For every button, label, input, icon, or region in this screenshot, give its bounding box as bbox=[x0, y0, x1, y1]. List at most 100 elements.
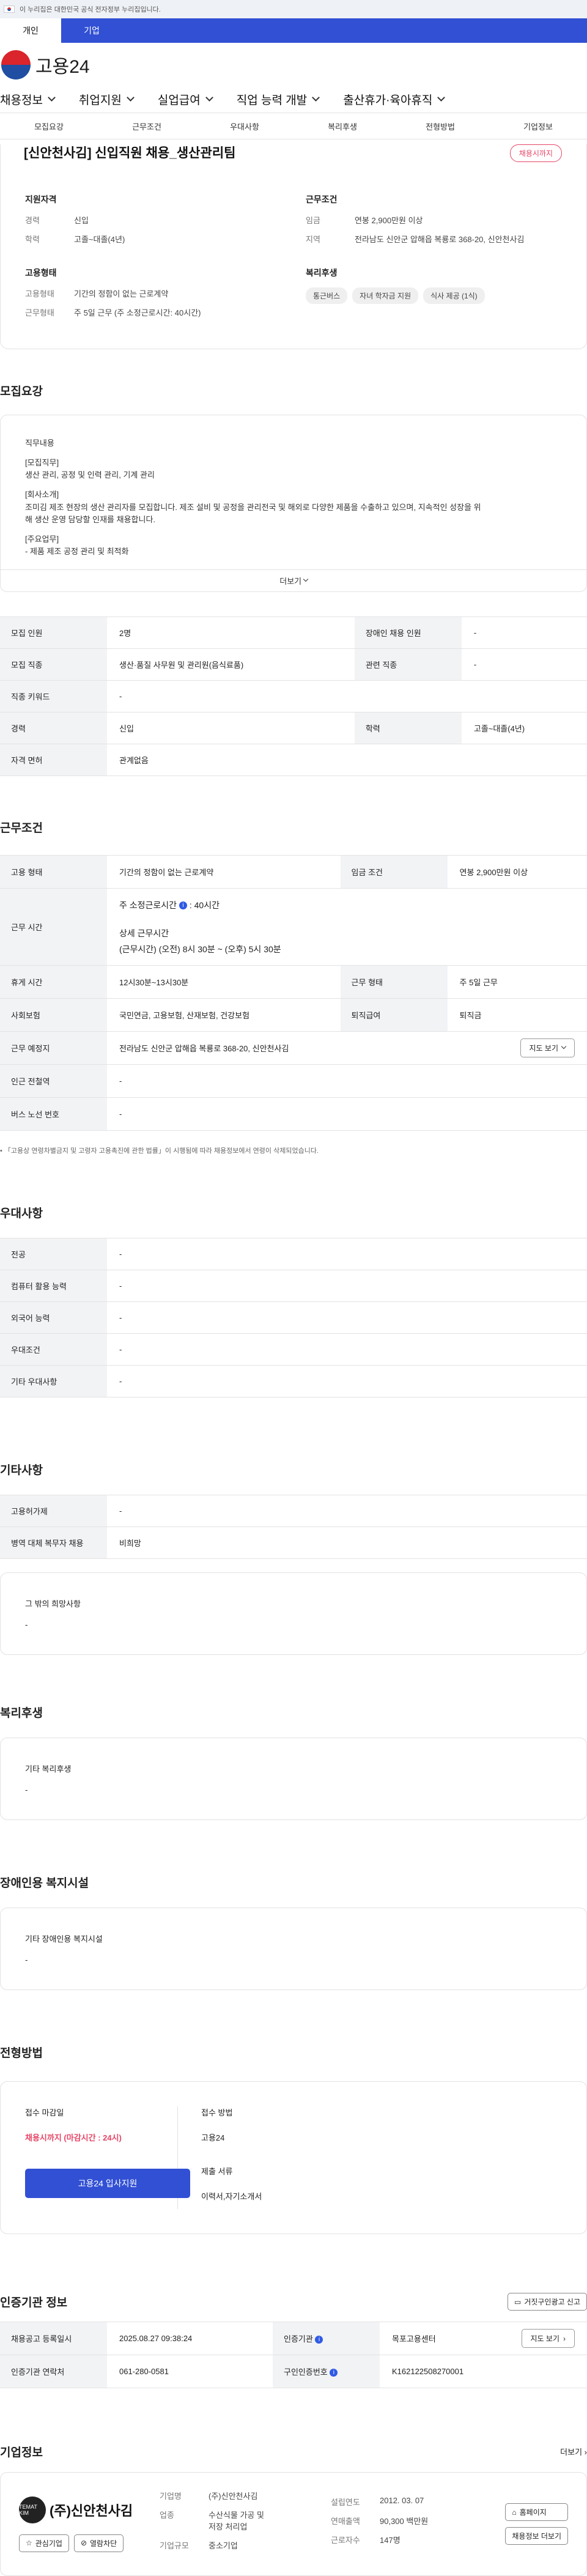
chevron-down-icon bbox=[48, 94, 56, 102]
cell-label: 기타 우대사항 bbox=[0, 1365, 107, 1397]
chevron-down-icon bbox=[312, 94, 320, 102]
info-icon[interactable]: i bbox=[330, 2369, 338, 2377]
employment-block: 고용형태 고용형태 기간의 정함이 없는 근로계약 근무형태 주 5일 근무 (주 … bbox=[25, 267, 281, 325]
nav-training[interactable]: 직업 능력 개발 bbox=[237, 91, 320, 108]
method-heading: 접수 방법 bbox=[201, 2108, 233, 2117]
block-heading: 근무조건 bbox=[306, 194, 338, 204]
docs-value: 이력서,자기소개서 bbox=[201, 2192, 262, 2201]
tab-conditions[interactable]: 근무조건 bbox=[98, 120, 196, 132]
tab-recruit[interactable]: 모집요강 bbox=[0, 120, 98, 132]
nav-label: 취업지원 bbox=[78, 94, 122, 107]
map-label: 지도 보기 bbox=[529, 1044, 559, 1053]
favorite-company-button[interactable]: ☆ 관심기업 bbox=[19, 2534, 69, 2552]
name-label: 기업명 bbox=[160, 2492, 182, 2501]
cell-label: 직종 키워드 bbox=[0, 680, 107, 712]
homepage-button[interactable]: ⌂ 홈페이지 bbox=[505, 2503, 568, 2521]
welfare-chip: 자녀 학자금 지원 bbox=[352, 287, 419, 304]
cell-label: 장애인 채용 인원 bbox=[354, 616, 462, 649]
tab-welfare[interactable]: 복리후생 bbox=[294, 120, 391, 132]
cell-label: 인근 전철역 bbox=[0, 1064, 107, 1098]
main-nav: 채용정보 취업지원 실업급여 직업 능력 개발 출산휴가·육아휴직 bbox=[0, 87, 587, 111]
apply-button[interactable]: 고용24 입사지원 bbox=[25, 2169, 190, 2198]
tab-company[interactable]: 기업 bbox=[61, 18, 122, 43]
cell-label: 고용허가제 bbox=[0, 1495, 107, 1527]
cell-value: - bbox=[107, 1365, 587, 1397]
edu-value: 고졸~대졸(4년) bbox=[74, 235, 125, 244]
block-view-button[interactable]: ⊘ 열람차단 bbox=[73, 2534, 124, 2552]
more-label: 더보기 bbox=[560, 2448, 583, 2457]
rev-label: 연매출액 bbox=[331, 2516, 360, 2526]
home-icon: ⌂ bbox=[512, 2508, 517, 2517]
section-heading-process: 전형방법 bbox=[0, 2047, 43, 2060]
cell-label: 근무 예정지 bbox=[0, 1031, 107, 1065]
chevron-down-icon bbox=[437, 94, 446, 102]
box-heading: 그 밖의 희망사항 bbox=[25, 1599, 81, 1608]
tab-preferences[interactable]: 우대사항 bbox=[196, 120, 294, 132]
more-button[interactable]: 더보기 bbox=[1, 569, 586, 591]
docs-heading: 제출 서류 bbox=[201, 2167, 233, 2176]
more-label: 더보기 bbox=[279, 577, 302, 586]
info-icon[interactable]: i bbox=[179, 901, 187, 910]
cell-value: 2명 bbox=[107, 616, 355, 649]
cell-value: - bbox=[107, 1097, 587, 1131]
time-hours-label: 주 소정근로시간 bbox=[119, 900, 177, 910]
logo-icon[interactable] bbox=[1, 50, 31, 80]
company-more-link[interactable]: 더보기 › bbox=[560, 2446, 587, 2457]
map-toggle-button[interactable]: 지도 보기 bbox=[520, 1038, 575, 1057]
pref-table: 전공 - 컴퓨터 활용 능력 - 외국어 능력 - 우대조건 - 기타 우대사항 - bbox=[0, 1238, 587, 1397]
block-label: 열람차단 bbox=[90, 2539, 117, 2548]
company-logo-col: TEMAT KIM (주)신안천사김 ☆ 관심기업 ⊘ 열람차단 bbox=[19, 2496, 160, 2552]
box-value: - bbox=[25, 1785, 28, 1794]
cell-label: 채용공고 등록일시 bbox=[0, 2322, 107, 2355]
agency-map-button[interactable]: 지도 보기 › bbox=[521, 2329, 575, 2348]
cell-label: 근무 시간 bbox=[0, 888, 107, 966]
nav-unemployment[interactable]: 실업급여 bbox=[157, 91, 213, 108]
num-label: 구인인증번호 bbox=[283, 2367, 328, 2377]
work-time-cell: 주 소정근로시간 i : 40시간 상세 근무시간 (근무시간) (오전) 8시… bbox=[107, 888, 587, 966]
cell-value: - bbox=[107, 1495, 587, 1527]
gov-banner-text: 이 누리집은 대한민국 공식 전자정부 누리집입니다. bbox=[20, 6, 161, 13]
cell-label: 인증기관 i bbox=[272, 2322, 380, 2355]
cell-value: 퇴직금 bbox=[447, 998, 587, 1032]
cell-label: 모집 인원 bbox=[0, 616, 107, 649]
nav-support[interactable]: 취업지원 bbox=[78, 91, 135, 108]
cell-label: 버스 노선 번호 bbox=[0, 1097, 107, 1131]
worktype-value: 주 5일 근무 (주 소정근로시간: 40시간) bbox=[74, 308, 201, 317]
wage-value: 연봉 2,900만원 이상 bbox=[355, 216, 423, 225]
cell-value: - bbox=[107, 1270, 587, 1302]
org-value: 목포고용센터 bbox=[391, 2334, 436, 2344]
cell-label: 퇴직급여 bbox=[340, 998, 448, 1032]
condition-block: 근무조건 임금 연봉 2,900만원 이상 지역 전라남도 신안군 압해읍 복룡로 … bbox=[306, 193, 562, 252]
report-fake-ad-button[interactable]: ▭ 거짓구인광고 신고 bbox=[508, 2293, 587, 2311]
tab-individual[interactable]: 개인 bbox=[0, 18, 61, 43]
nav-jobs[interactable]: 채용정보 bbox=[0, 91, 56, 108]
tab-process[interactable]: 전형방법 bbox=[391, 120, 489, 132]
emptype-label: 고용형태 bbox=[25, 289, 54, 298]
section-heading-facility: 장애인용 복지시설 bbox=[0, 1877, 89, 1890]
section-heading-company: 기업정보 bbox=[0, 2446, 43, 2459]
recruit-table: 모집 인원 2명 장애인 채용 인원 - 모집 직종 생산·품질 사무원 및 관리원(음… bbox=[0, 616, 587, 776]
nav-leave[interactable]: 출산휴가·육아휴직 bbox=[343, 91, 446, 108]
company-jobs-button[interactable]: 채용정보 더보기 bbox=[505, 2527, 568, 2545]
block-heading: 고용형태 bbox=[25, 268, 57, 278]
chevron-down-icon bbox=[303, 576, 308, 582]
cell-label: 고용 형태 bbox=[0, 855, 107, 889]
size-value: 중소기업 bbox=[209, 2541, 238, 2550]
cell-value: 관계없음 bbox=[107, 744, 587, 776]
time-detail-value: (근무시간) (오전) 8시 30분 ~ (오후) 5시 30분 bbox=[119, 944, 281, 954]
deadline-value: 채용시까지 (마감시간 : 24시) bbox=[25, 2133, 122, 2142]
home-label: 홈페이지 bbox=[519, 2508, 547, 2517]
area-value: 전라남도 신안군 압해읍 복룡로 368-20, 신안천사김 bbox=[355, 235, 525, 244]
report-icon: ▭ bbox=[514, 2297, 522, 2306]
company-box: TEMAT KIM (주)신안천사김 ☆ 관심기업 ⊘ 열람차단 기업명 (주)신안천… bbox=[0, 2472, 587, 2576]
size-label: 기업규모 bbox=[160, 2541, 189, 2550]
deadline-heading: 접수 마감일 bbox=[25, 2108, 64, 2117]
fav-label: 관심기업 bbox=[35, 2539, 62, 2548]
info-icon[interactable]: i bbox=[315, 2336, 323, 2344]
nav-label: 실업급여 bbox=[157, 94, 201, 107]
logo-text[interactable]: 고용24 bbox=[35, 51, 90, 78]
cell-value: 연봉 2,900만원 이상 bbox=[447, 855, 587, 889]
tab-company-info[interactable]: 기업정보 bbox=[489, 120, 587, 132]
block-heading: 지원자격 bbox=[25, 194, 57, 204]
cell-label: 우대조건 bbox=[0, 1333, 107, 1366]
